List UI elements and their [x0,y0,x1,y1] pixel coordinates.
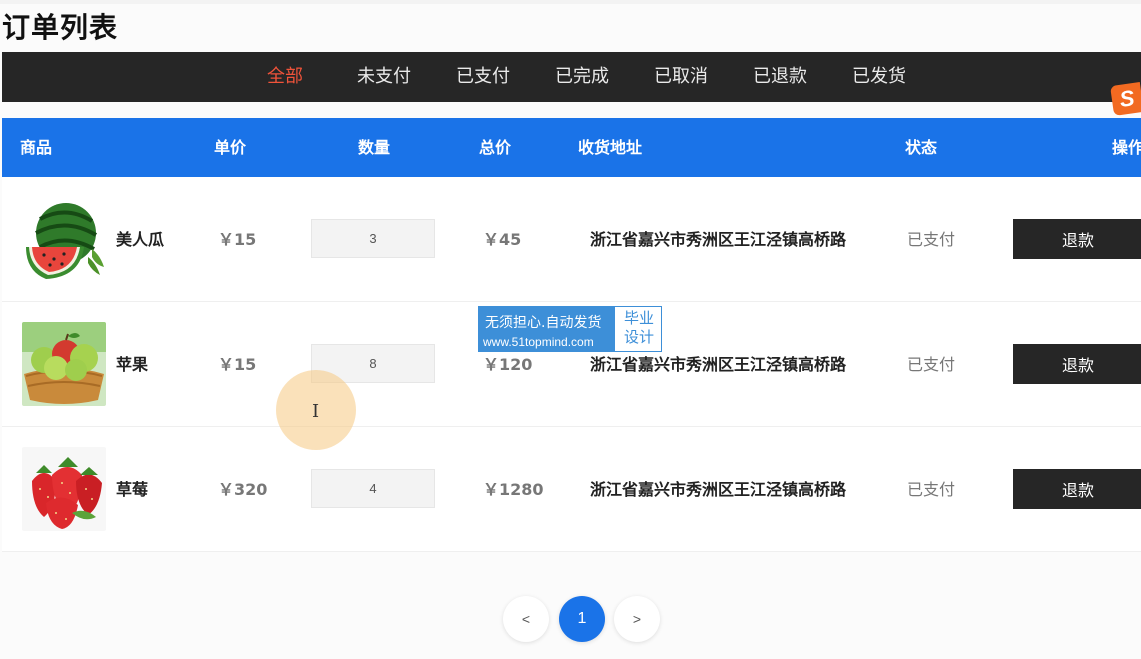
order-status: 已支付 [907,230,956,249]
logo-badge-icon[interactable]: S [1110,82,1141,116]
tab-completed[interactable]: 已完成 [555,52,609,102]
refund-button[interactable]: 退款 [1013,469,1141,509]
pagination-page-1[interactable]: 1 [559,596,605,642]
order-table-body: 美人瓜 ￥15 ￥45 浙江省嘉兴市秀洲区王江泾镇高桥路 已支付 退款 [2,177,1141,552]
order-status: 已支付 [907,355,956,374]
tab-shipped[interactable]: 已发货 [852,52,906,102]
pagination-prev-button[interactable]: < [503,596,549,642]
pagination-next-button[interactable]: > [614,596,660,642]
header-product: 商品 [20,138,53,157]
watermark-right-top: 毕业 [623,309,654,327]
tab-paid[interactable]: 已支付 [456,52,510,102]
header-unit-price: 单价 [214,138,247,157]
text-cursor-icon: I [312,401,320,422]
header-quantity: 数量 [358,138,391,157]
tab-cancelled[interactable]: 已取消 [654,52,708,102]
watermark-right-bottom: 设计 [623,328,654,346]
tab-unpaid[interactable]: 未支付 [357,52,411,102]
shipping-address: 浙江省嘉兴市秀洲区王江泾镇高桥路 [590,480,847,499]
product-name: 苹果 [116,355,149,374]
quantity-input[interactable] [311,219,435,258]
watermark-url: www.51topmind.com [483,335,594,349]
total-price: ￥45 [483,230,522,249]
header-address: 收货地址 [578,138,643,157]
watermark-slogan: 无须担心.自动发货 [485,315,602,331]
apple-image [22,322,106,406]
unit-price: ￥15 [218,355,257,374]
strawberry-image [22,447,106,531]
watermark-banner: 无须担心.自动发货 www.51topmind.com 毕业 设计 [478,306,662,352]
shipping-address: 浙江省嘉兴市秀洲区王江泾镇高桥路 [590,230,847,249]
quantity-input[interactable] [311,469,435,508]
watermark-left: 无须担心.自动发货 www.51topmind.com [479,307,615,351]
unit-price: ￥15 [218,230,257,249]
order-table-header: 商品 单价 数量 总价 收货地址 状态 操作 [2,118,1141,177]
top-strip [0,0,1141,4]
refund-button[interactable]: 退款 [1013,219,1141,259]
unit-price: ￥320 [218,480,268,499]
product-name: 美人瓜 [116,230,165,249]
page-title: 订单列表 [2,11,119,44]
tab-refunded[interactable]: 已退款 [753,52,807,102]
total-price: ￥1280 [483,480,544,499]
watermelon-image [22,197,106,281]
header-total: 总价 [479,138,512,157]
order-filter-bar: 全部 未支付 已支付 已完成 已取消 已退款 已发货 [2,52,1141,102]
order-status: 已支付 [907,480,956,499]
product-name: 草莓 [116,480,149,499]
refund-button[interactable]: 退款 [1013,344,1141,384]
tab-all[interactable]: 全部 [267,52,303,102]
header-actions: 操作 [1112,138,1141,157]
header-status: 状态 [905,138,938,157]
watermark-right: 毕业 设计 [617,309,661,347]
table-row: 草莓 ￥320 ￥1280 浙江省嘉兴市秀洲区王江泾镇高桥路 已支付 退款 [2,427,1141,552]
table-row: 美人瓜 ￥15 ￥45 浙江省嘉兴市秀洲区王江泾镇高桥路 已支付 退款 [2,177,1141,302]
